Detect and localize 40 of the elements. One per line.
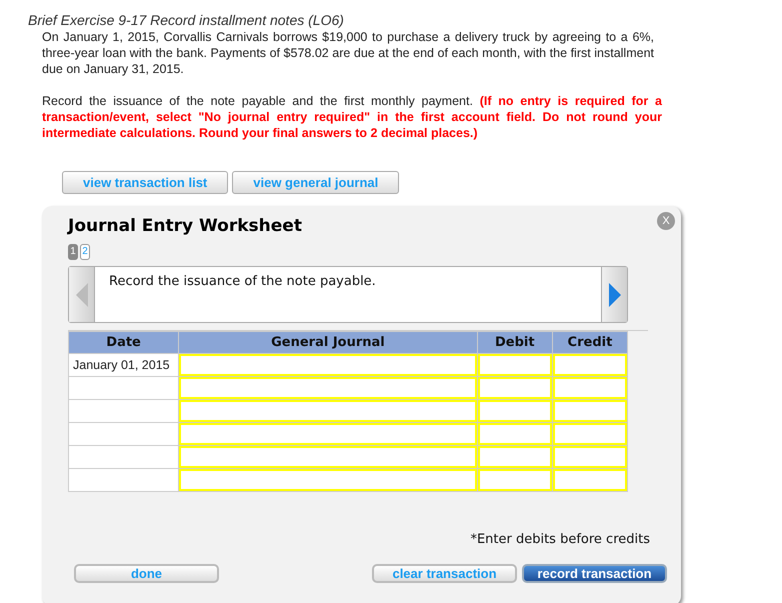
- next-button[interactable]: [601, 267, 627, 322]
- account-field[interactable]: [179, 377, 477, 399]
- column-header: General Journal: [178, 332, 478, 354]
- account-field[interactable]: [179, 446, 477, 468]
- debit-field[interactable]: [478, 423, 552, 445]
- debit-field[interactable]: [478, 354, 552, 376]
- exercise-title: Brief Exercise 9-17 Record installment notes (LO6): [28, 12, 345, 29]
- credit-field[interactable]: [552, 423, 627, 445]
- debit-field[interactable]: [478, 469, 552, 491]
- credit-field[interactable]: [552, 377, 627, 399]
- debit-field[interactable]: [478, 377, 552, 399]
- debit-field[interactable]: [478, 400, 552, 422]
- account-field[interactable]: [179, 469, 477, 491]
- page-tab[interactable]: 1: [68, 244, 78, 260]
- prompt-text: Record the issuance of the note payable.: [109, 274, 376, 289]
- column-header: Date: [68, 332, 179, 354]
- credit-field[interactable]: [552, 446, 627, 468]
- note-text: *Enter debits before credits: [470, 531, 650, 549]
- debit-field[interactable]: [478, 446, 552, 468]
- date-cell: January 01, 2015: [68, 354, 179, 376]
- account-field[interactable]: [179, 354, 477, 376]
- view-button[interactable]: view transaction list: [62, 171, 228, 194]
- page-tab[interactable]: 2: [80, 244, 90, 260]
- worksheet-title: Journal Entry Worksheet: [68, 216, 303, 236]
- problem-text: On January 1, 2015, Corvallis Carnivals borrows $19,000 to purchase a delivery truck by agreeing to a 6%, three-year loan with the bank. Payments of $578.02 are due at the end of each month, with the first installment due on January 31, 2015.: [42, 29, 654, 77]
- column-header: Credit: [552, 332, 628, 354]
- instruction-text: Record the issuance of the note payable and the first monthly payment. (If no entry is required for a transaction/event, select "No journal entry required" in the first account field. Do not round your intermediate calculations. Round your final answers to 2 decimal places.): [42, 93, 662, 141]
- left-triangle-icon: [76, 282, 88, 306]
- action-button[interactable]: record transaction: [522, 564, 667, 582]
- right-triangle-icon: [608, 282, 620, 306]
- close-button[interactable]: X: [657, 212, 675, 230]
- account-field[interactable]: [179, 400, 477, 422]
- view-button[interactable]: view general journal: [232, 171, 400, 194]
- credit-field[interactable]: [552, 469, 627, 491]
- column-header: Debit: [477, 332, 552, 354]
- action-button[interactable]: clear transaction: [372, 564, 517, 582]
- credit-field[interactable]: [552, 400, 627, 422]
- account-field[interactable]: [179, 423, 477, 445]
- action-button[interactable]: done: [74, 564, 219, 582]
- credit-field[interactable]: [552, 354, 627, 376]
